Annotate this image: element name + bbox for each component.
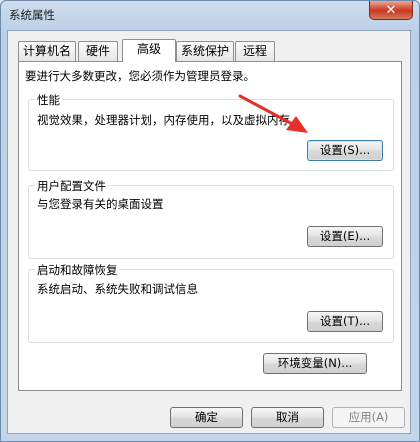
startup-recovery-title: 启动和故障恢复: [35, 262, 120, 278]
close-icon: ✕: [385, 2, 397, 18]
window-title: 系统属性: [9, 8, 55, 22]
ok-button[interactable]: 确定: [170, 407, 243, 428]
startup-recovery-settings-button[interactable]: 设置(T)...: [307, 311, 383, 332]
startup-recovery-desc: 系统启动、系统失败和调试信息: [37, 282, 198, 296]
tab-computer-name[interactable]: 计算机名: [18, 41, 76, 61]
red-arrow-annotation: [238, 94, 308, 133]
tab-system-protection[interactable]: 系统保护: [176, 41, 234, 61]
admin-notice: 要进行大多数更改，您必须作为管理员登录。: [25, 69, 255, 83]
tab-remote[interactable]: 远程: [235, 41, 275, 61]
user-profiles-title: 用户配置文件: [35, 178, 108, 194]
apply-button[interactable]: 应用(A): [332, 407, 405, 428]
user-profiles-group: 用户配置文件 与您登录有关的桌面设置: [28, 178, 394, 259]
performance-title: 性能: [35, 92, 62, 108]
dialog-client-area: 计算机名 硬件 高级 系统保护 远程 要进行大多数更改，您必须作为管理员登录。 …: [7, 30, 411, 434]
environment-variables-button[interactable]: 环境变量(N)...: [263, 353, 367, 374]
cancel-button[interactable]: 取消: [251, 407, 324, 428]
user-profiles-settings-button[interactable]: 设置(E)...: [307, 226, 383, 247]
tab-advanced[interactable]: 高级: [122, 39, 176, 62]
tab-hardware[interactable]: 硬件: [78, 41, 118, 61]
performance-settings-button[interactable]: 设置(S)...: [307, 140, 383, 161]
user-profiles-desc: 与您登录有关的桌面设置: [37, 197, 164, 211]
arrow-shaft: [238, 94, 298, 128]
arrow-head: [286, 116, 308, 133]
close-button[interactable]: ✕: [369, 1, 413, 20]
